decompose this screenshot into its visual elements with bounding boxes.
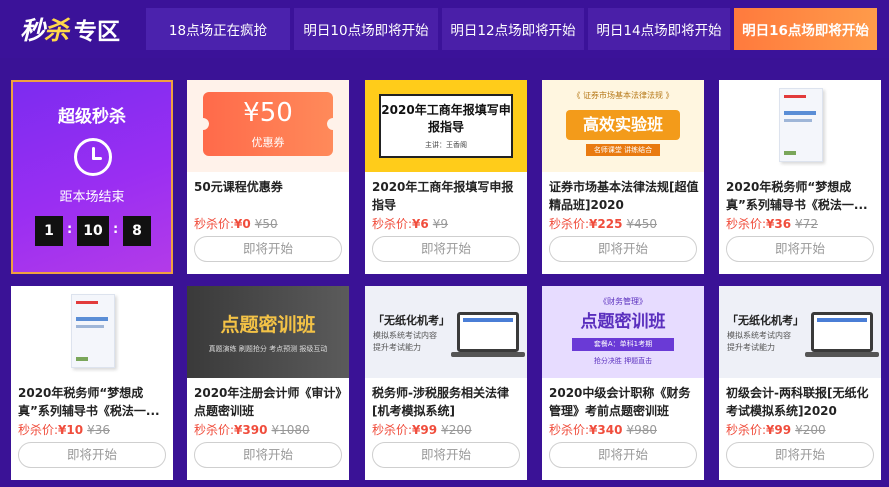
product-thumbnail[interactable]: 2020年工商年报填写申报指导 主讲：王香阁: [365, 80, 527, 172]
countdown-separator: :: [113, 222, 119, 237]
thumb-top-text: 《 证券市场基本法律法规 》: [572, 91, 674, 100]
countdown-subtitle: 距本场结束: [59, 190, 125, 205]
coupon-amount: ¥50: [243, 98, 293, 128]
thumb-subtitle: 模拟系统考试内容 提升考试能力: [373, 331, 437, 352]
thumb-title: 2020年工商年报填写申报指导: [381, 103, 511, 134]
coupon-graphic: ¥50 优惠券: [197, 92, 339, 156]
product-name[interactable]: 2020年税务师“梦想成真”系列辅导书《税法一...: [18, 384, 168, 420]
coming-soon-button[interactable]: 即将开始: [372, 442, 520, 468]
product-card[interactable]: 《 证券市场基本法律法规 》 高效实验班 名师课堂 讲练结合 证券市场基本法律法…: [542, 80, 704, 274]
product-name[interactable]: 2020年工商年报填写申报指导: [372, 178, 522, 214]
thumb-subtitle: 模拟系统考试内容 提升考试能力: [727, 331, 791, 352]
product-thumbnail[interactable]: 点题密训班 真题演练 刷题抢分 考点预测 报级互动: [187, 286, 349, 378]
countdown-minutes: 10: [77, 216, 109, 246]
coming-soon-button[interactable]: 即将开始: [549, 236, 697, 262]
header-bar: 秒杀 专区 18点场正在疯抢 明日10点场即将开始 明日12点场即将开始 明日1…: [0, 0, 889, 58]
thumb-subtitle: 真题演练 刷题抢分 考点预测 报级互动: [208, 345, 328, 353]
countdown-title: 超级秒杀: [58, 107, 126, 127]
product-price: 秒杀价:¥99 ¥200: [726, 423, 826, 437]
countdown-seconds: 8: [123, 216, 151, 246]
laptop-image: [457, 312, 519, 352]
product-price: 秒杀价:¥225 ¥450: [549, 217, 657, 231]
product-price: 秒杀价:¥340 ¥980: [549, 423, 657, 437]
thumb-title: 点题密训班: [580, 312, 666, 332]
countdown-panel: 超级秒杀 距本场结束 1 : 10 : 8: [11, 80, 173, 274]
tab-tomorrow-14[interactable]: 明日14点场即将开始: [588, 8, 730, 50]
product-thumbnail[interactable]: 「无纸化机考」 模拟系统考试内容 提升考试能力: [719, 286, 881, 378]
coming-soon-button[interactable]: 即将开始: [372, 236, 520, 262]
thumb-badge: 套餐A：单科1考期: [572, 338, 674, 351]
tab-tomorrow-10[interactable]: 明日10点场即将开始: [294, 8, 438, 50]
thumb-top-text: 《财务管理》: [599, 297, 647, 306]
tab-tomorrow-16[interactable]: 明日16点场即将开始: [734, 8, 877, 50]
product-card[interactable]: 「无纸化机考」 模拟系统考试内容 提升考试能力 初级会计-两科联报[无纸化考试模…: [719, 286, 881, 480]
logo-section-text: 专区: [74, 19, 121, 45]
thumb-title: 点题密训班: [220, 314, 316, 336]
clock-icon: [74, 138, 112, 176]
product-name[interactable]: 证券市场基本法律法规[超值精品班]2020: [549, 178, 699, 214]
product-card[interactable]: 2020年工商年报填写申报指导 主讲：王香阁 2020年工商年报填写申报指导 秒…: [365, 80, 527, 274]
product-card[interactable]: 2020年税务师“梦想成真”系列辅导书《税法一... 秒杀价:¥36 ¥72 即将…: [719, 80, 881, 274]
product-thumbnail[interactable]: 《财务管理》 点题密训班 套餐A：单科1考期 抢分决胜 押题直击: [542, 286, 704, 378]
thumb-title: 高效实验班: [566, 110, 680, 140]
laptop-image: [811, 312, 873, 352]
product-price: 秒杀价:¥0 ¥50: [194, 217, 278, 231]
book-cover-image: [779, 88, 823, 162]
coupon-label: 优惠券: [251, 136, 285, 149]
coming-soon-button[interactable]: 即将开始: [194, 236, 342, 262]
coming-soon-button[interactable]: 即将开始: [18, 442, 166, 468]
thumb-title: 「无纸化机考」: [727, 314, 804, 327]
tab-18-now[interactable]: 18点场正在疯抢: [146, 8, 290, 50]
logo-text: 秒杀: [20, 16, 69, 45]
product-thumbnail[interactable]: [719, 80, 881, 172]
product-thumbnail[interactable]: 《 证券市场基本法律法规 》 高效实验班 名师课堂 讲练结合: [542, 80, 704, 172]
product-card[interactable]: ¥50 优惠券 50元课程优惠券 秒杀价:¥0 ¥50 即将开始: [187, 80, 349, 274]
product-price: 秒杀价:¥99 ¥200: [372, 423, 472, 437]
product-price: 秒杀价:¥390 ¥1080: [194, 423, 310, 437]
coming-soon-button[interactable]: 即将开始: [726, 236, 874, 262]
product-name[interactable]: 2020年税务师“梦想成真”系列辅导书《税法一...: [726, 178, 876, 214]
thumb-subtitle: 名师课堂 讲练结合: [586, 144, 660, 156]
thumb-subtitle: 主讲：王香阁: [425, 141, 467, 149]
coming-soon-button[interactable]: 即将开始: [194, 442, 342, 468]
product-card[interactable]: 「无纸化机考」 模拟系统考试内容 提升考试能力 税务师-涉税服务相关法律[机考模…: [365, 286, 527, 480]
product-thumbnail[interactable]: ¥50 优惠券: [187, 80, 349, 172]
thumb-subtitle: 抢分决胜 押题直击: [593, 357, 653, 365]
product-card[interactable]: 2020年税务师“梦想成真”系列辅导书《税法一... 秒杀价:¥10 ¥36 即将…: [11, 286, 173, 480]
product-name[interactable]: 2020中级会计职称《财务管理》考前点题密训班: [549, 384, 699, 420]
seckill-logo: 秒杀 专区: [20, 10, 120, 48]
thumb-title: 「无纸化机考」: [373, 314, 450, 327]
product-name[interactable]: 税务师-涉税服务相关法律[机考模拟系统]: [372, 384, 522, 420]
product-card[interactable]: 点题密训班 真题演练 刷题抢分 考点预测 报级互动 2020年注册会计师《审计》…: [187, 286, 349, 480]
product-name[interactable]: 初级会计-两科联报[无纸化考试模拟系统]2020: [726, 384, 876, 420]
coming-soon-button[interactable]: 即将开始: [726, 442, 874, 468]
product-price: 秒杀价:¥10 ¥36: [18, 423, 111, 437]
countdown-separator: :: [67, 222, 73, 237]
product-thumbnail[interactable]: [11, 286, 173, 378]
book-cover-image: [71, 294, 115, 368]
product-card[interactable]: 《财务管理》 点题密训班 套餐A：单科1考期 抢分决胜 押题直击 2020中级会…: [542, 286, 704, 480]
coming-soon-button[interactable]: 即将开始: [549, 442, 697, 468]
product-thumbnail[interactable]: 「无纸化机考」 模拟系统考试内容 提升考试能力: [365, 286, 527, 378]
product-name[interactable]: 50元课程优惠券: [194, 178, 344, 196]
product-name[interactable]: 2020年注册会计师《审计》点题密训班: [194, 384, 344, 420]
tab-tomorrow-12[interactable]: 明日12点场即将开始: [442, 8, 584, 50]
product-price: 秒杀价:¥36 ¥72: [726, 217, 819, 231]
product-price: 秒杀价:¥6 ¥9: [372, 217, 449, 231]
countdown-hours: 1: [35, 216, 63, 246]
